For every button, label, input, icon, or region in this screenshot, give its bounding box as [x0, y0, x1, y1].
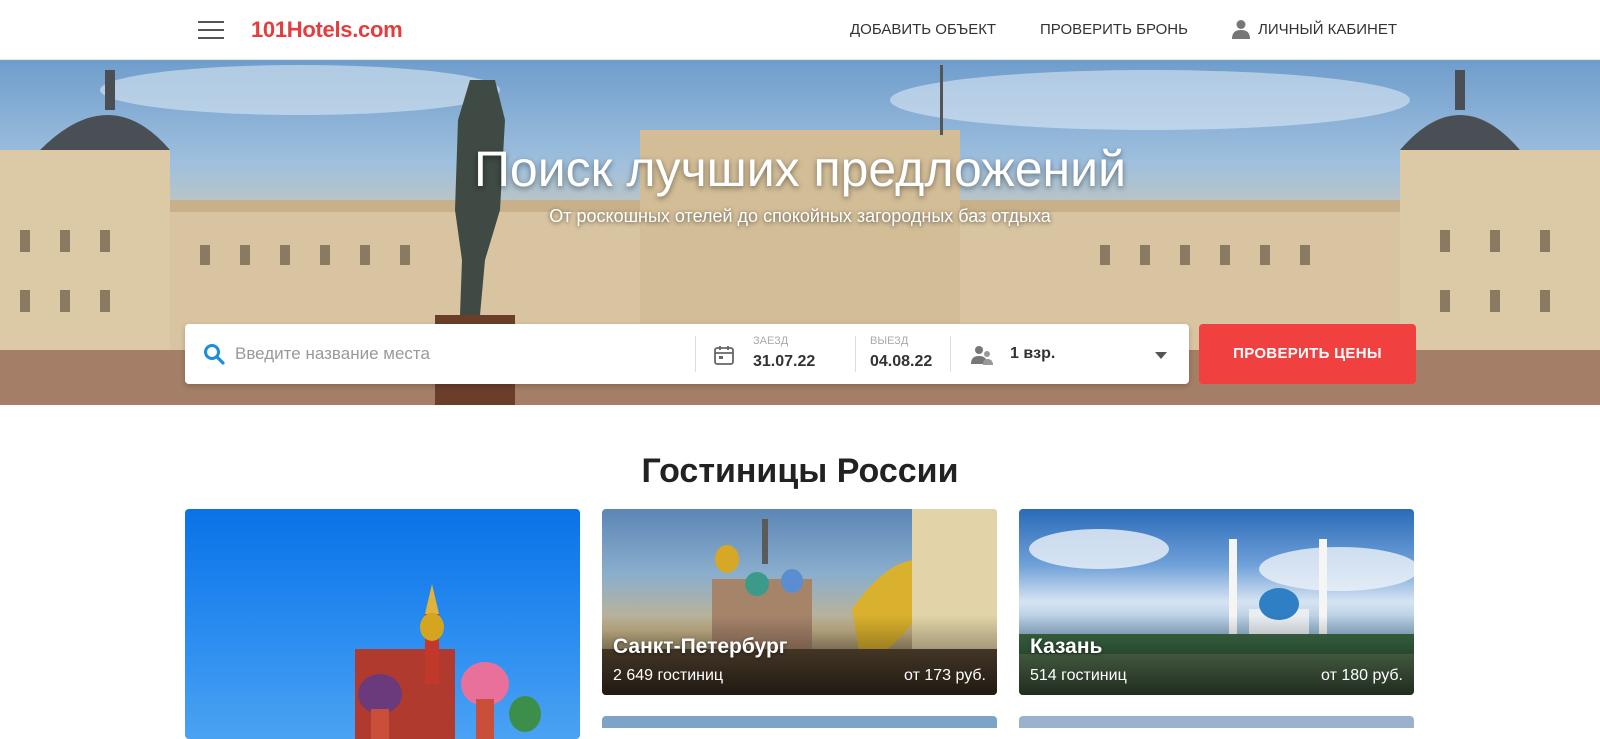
checkout-value: 04.08.22 [870, 353, 933, 370]
destination-search-input[interactable] [235, 334, 675, 374]
checkout-label: ВЫЕЗД [870, 335, 909, 347]
nav-check-booking[interactable]: ПРОВЕРИТЬ БРОНЬ [1040, 21, 1188, 38]
search-form: ЗАЕЗД 31.07.22 ВЫЕЗД 04.08.22 1 взр. [185, 324, 1189, 384]
site-header: 101Hotels.com ДОБАВИТЬ ОБЪЕКТ ПРОВЕРИТЬ … [0, 0, 1600, 60]
section-title: Гостиницы России [641, 452, 959, 490]
hotel-count: 2 649 гостиниц [613, 667, 724, 684]
checkin-value: 31.07.22 [753, 353, 816, 370]
guests-select[interactable]: 1 взр. [1010, 345, 1055, 363]
city-photo [355, 584, 541, 739]
hamburger-menu-icon[interactable] [198, 20, 224, 40]
city-card-next[interactable] [602, 716, 997, 728]
checkout-date-field[interactable]: ВЫЕЗД 04.08.22 [870, 335, 932, 371]
check-prices-button[interactable]: ПРОВЕРИТЬ ЦЕНЫ [1199, 324, 1416, 384]
hero-subtitle: От роскошных отелей до спокойных загород… [549, 206, 1051, 226]
guests-icon [971, 346, 993, 365]
checkin-label: ЗАЕЗД [753, 335, 789, 347]
hotel-count: 514 гостиниц [1030, 667, 1127, 684]
city-name: Казань [1030, 635, 1103, 658]
city-name: Санкт-Петербург [613, 635, 788, 658]
city-card-moscow[interactable] [185, 509, 580, 739]
divider [950, 336, 951, 372]
site-logo[interactable]: 101Hotels.com [251, 17, 403, 43]
hero-banner: Поиск лучших предложений От роскошных от… [0, 60, 1600, 405]
checkin-date-field[interactable]: ЗАЕЗД 31.07.22 [753, 335, 815, 371]
hero-title: Поиск лучших предложений [473, 141, 1127, 197]
min-price: от 180 руб. [1321, 667, 1403, 684]
calendar-icon[interactable] [713, 344, 735, 366]
search-icon [204, 344, 225, 365]
divider [695, 336, 696, 372]
nav-add-property[interactable]: ДОБАВИТЬ ОБЪЕКТ [850, 21, 996, 38]
divider [855, 336, 856, 372]
city-card-next[interactable] [1019, 716, 1414, 728]
nav-account[interactable]: ЛИЧНЫЙ КАБИНЕТ [1232, 21, 1397, 38]
min-price: от 173 руб. [904, 667, 986, 684]
caret-down-icon[interactable] [1155, 352, 1167, 359]
city-card-spb[interactable]: Санкт-Петербург 2 649 гостиниц от 173 ру… [602, 509, 997, 695]
city-card-kazan[interactable]: Казань 514 гостиниц от 180 руб. [1019, 509, 1414, 695]
